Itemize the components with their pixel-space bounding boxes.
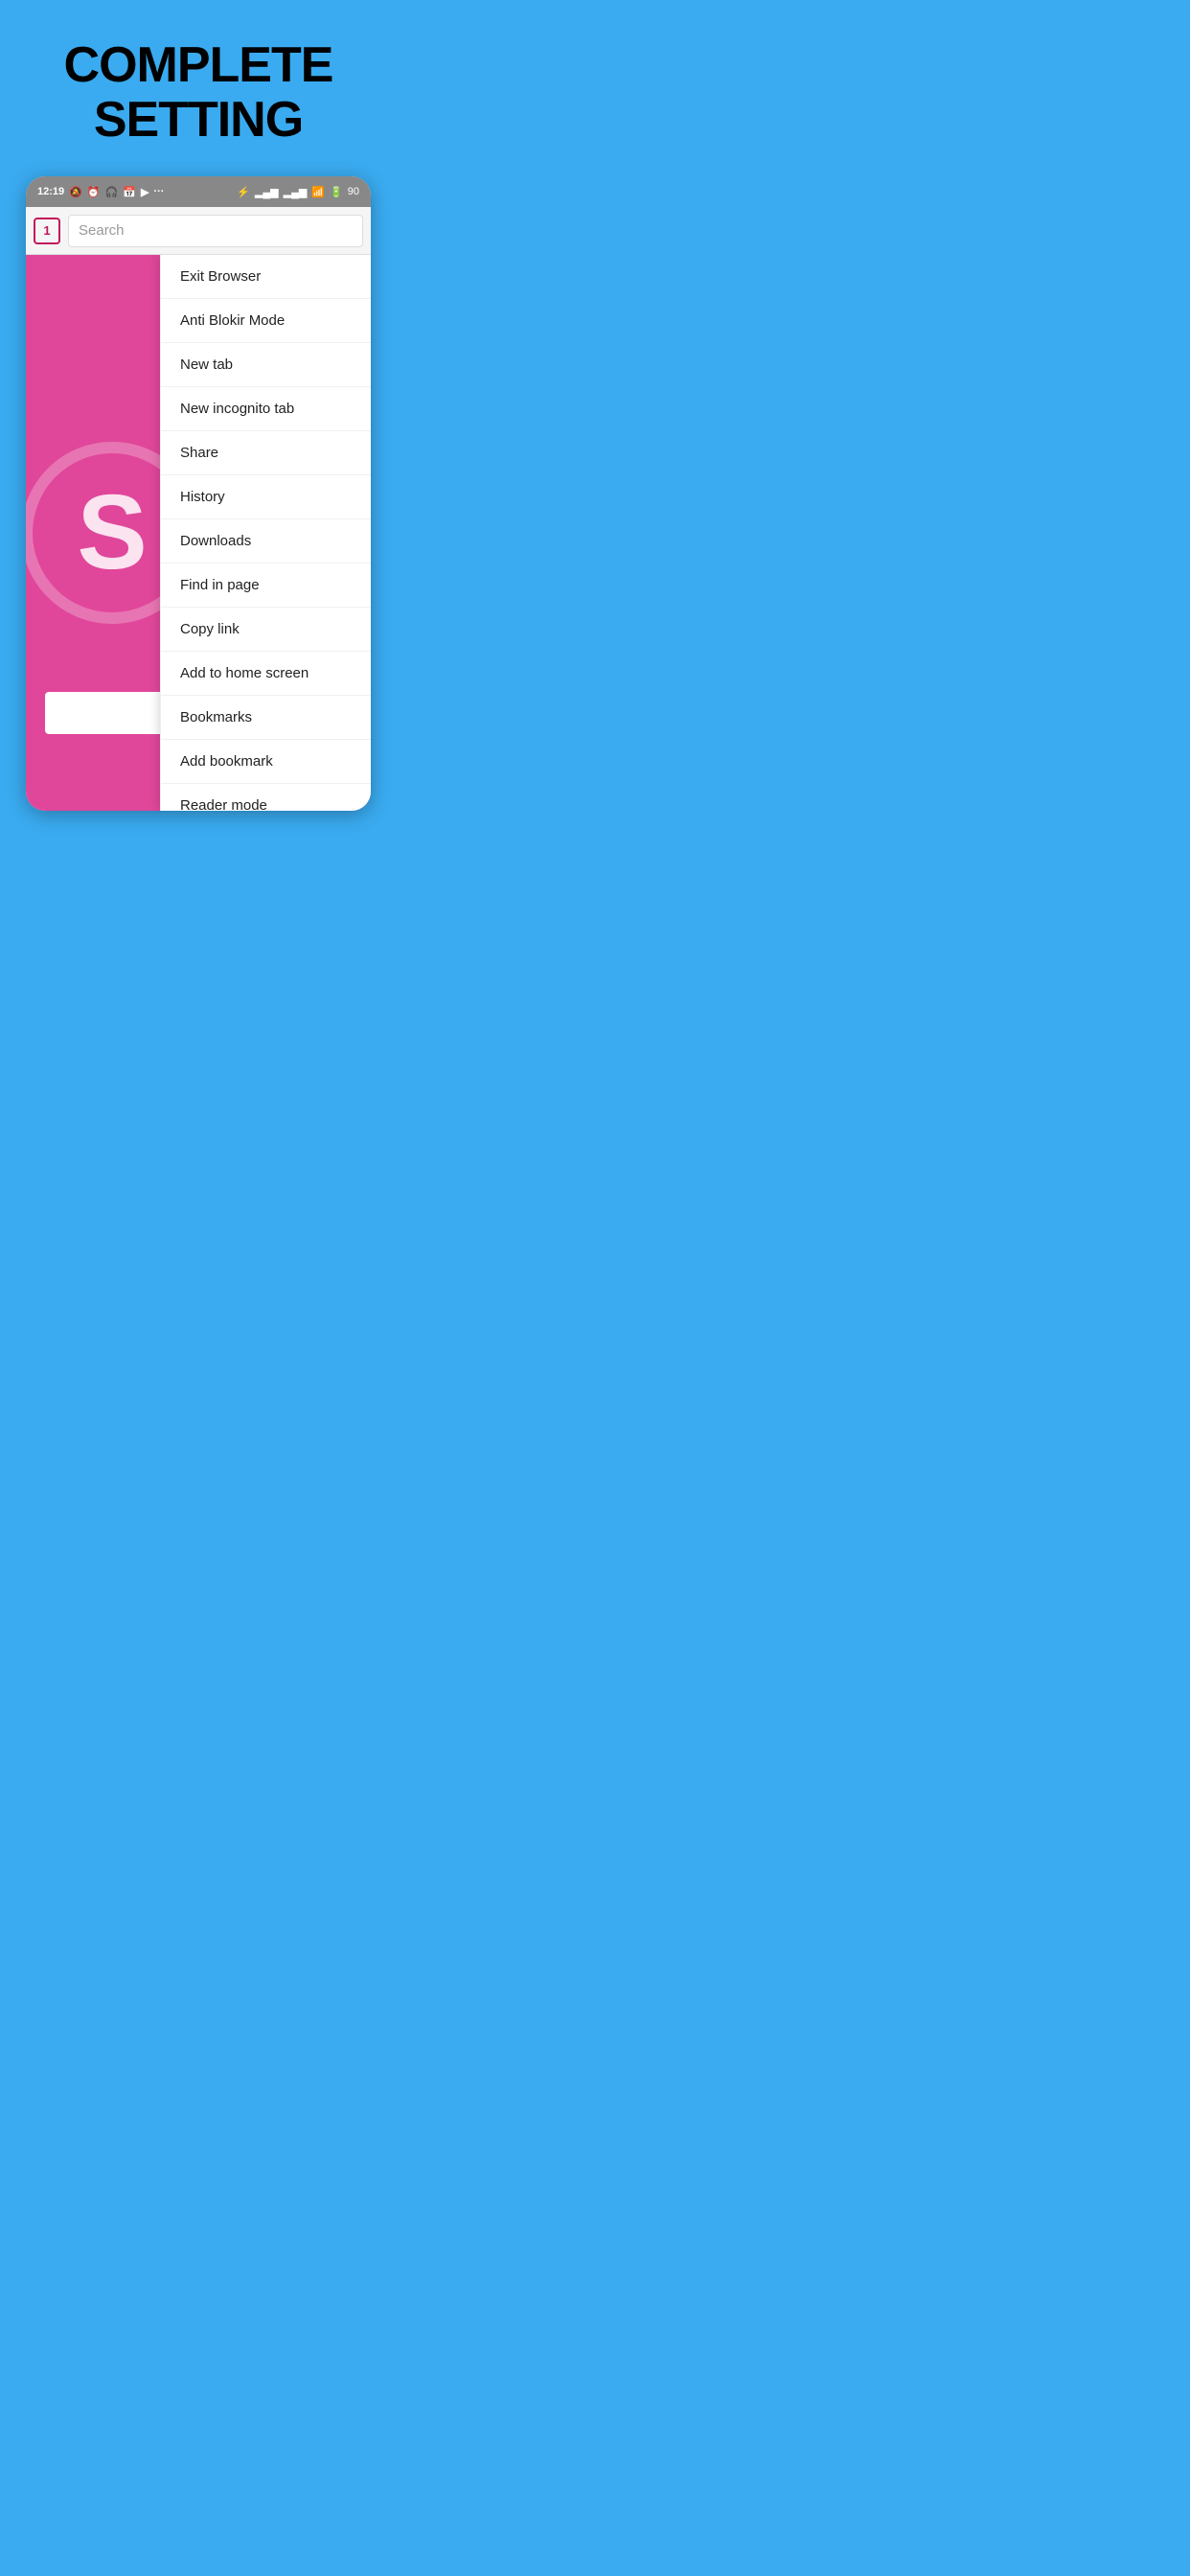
menu-item-history[interactable]: History xyxy=(161,475,371,519)
play-icon: ▶ xyxy=(141,186,149,198)
bluetooth-icon: ⚡ xyxy=(237,186,250,198)
menu-item-new-tab[interactable]: New tab xyxy=(161,343,371,387)
calendar-icon: 📅 xyxy=(123,186,136,198)
mute-icon: 🔕 xyxy=(69,186,82,198)
status-right: ⚡ ▂▄▆ ▂▄▆ 📶 🔋 90 xyxy=(237,186,359,198)
battery-icon: 🔋 xyxy=(330,186,343,198)
menu-item-share[interactable]: Share xyxy=(161,431,371,475)
tab-indicator[interactable]: 1 xyxy=(34,218,60,244)
signal2-icon: ▂▄▆ xyxy=(284,186,308,198)
search-bar[interactable]: Search xyxy=(68,215,363,247)
menu-item-add-bookmark[interactable]: Add bookmark xyxy=(161,740,371,784)
search-placeholder: Search xyxy=(79,222,125,239)
menu-item-anti-blokir[interactable]: Anti Blokir Mode xyxy=(161,299,371,343)
menu-item-downloads[interactable]: Downloads xyxy=(161,519,371,564)
dropdown-menu: Exit BrowserAnti Blokir ModeNew tabNew i… xyxy=(160,255,371,811)
browser-toolbar: 1 Search xyxy=(26,207,371,255)
menu-item-copy-link[interactable]: Copy link xyxy=(161,608,371,652)
signal1-icon: ▂▄▆ xyxy=(255,186,279,198)
menu-item-exit-browser[interactable]: Exit Browser xyxy=(161,255,371,299)
page-heading: COMPLETE SETTING xyxy=(45,38,353,148)
headset-icon: 🎧 xyxy=(105,186,119,198)
more-icon: ··· xyxy=(153,186,164,197)
menu-item-find-in-page[interactable]: Find in page xyxy=(161,564,371,608)
menu-item-add-to-home[interactable]: Add to home screen xyxy=(161,652,371,696)
menu-item-new-incognito[interactable]: New incognito tab xyxy=(161,387,371,431)
phone-mockup: 12:19 🔕 ⏰ 🎧 📅 ▶ ··· ⚡ ▂▄▆ ▂▄▆ 📶 🔋 90 1 S… xyxy=(26,176,371,811)
alarm-icon: ⏰ xyxy=(87,186,101,198)
status-left: 12:19 🔕 ⏰ 🎧 📅 ▶ ··· xyxy=(37,186,164,198)
logo-letter: S xyxy=(77,480,147,586)
menu-item-reader-mode[interactable]: Reader mode xyxy=(161,784,371,811)
menu-item-bookmarks[interactable]: Bookmarks xyxy=(161,696,371,740)
time: 12:19 xyxy=(37,186,64,197)
battery-level: 90 xyxy=(348,186,359,197)
status-bar: 12:19 🔕 ⏰ 🎧 📅 ▶ ··· ⚡ ▂▄▆ ▂▄▆ 📶 🔋 90 xyxy=(26,176,371,207)
wifi-icon: 📶 xyxy=(311,186,325,198)
browser-content: S Exit BrowserAnti Blokir ModeNew tabNew… xyxy=(26,255,371,811)
